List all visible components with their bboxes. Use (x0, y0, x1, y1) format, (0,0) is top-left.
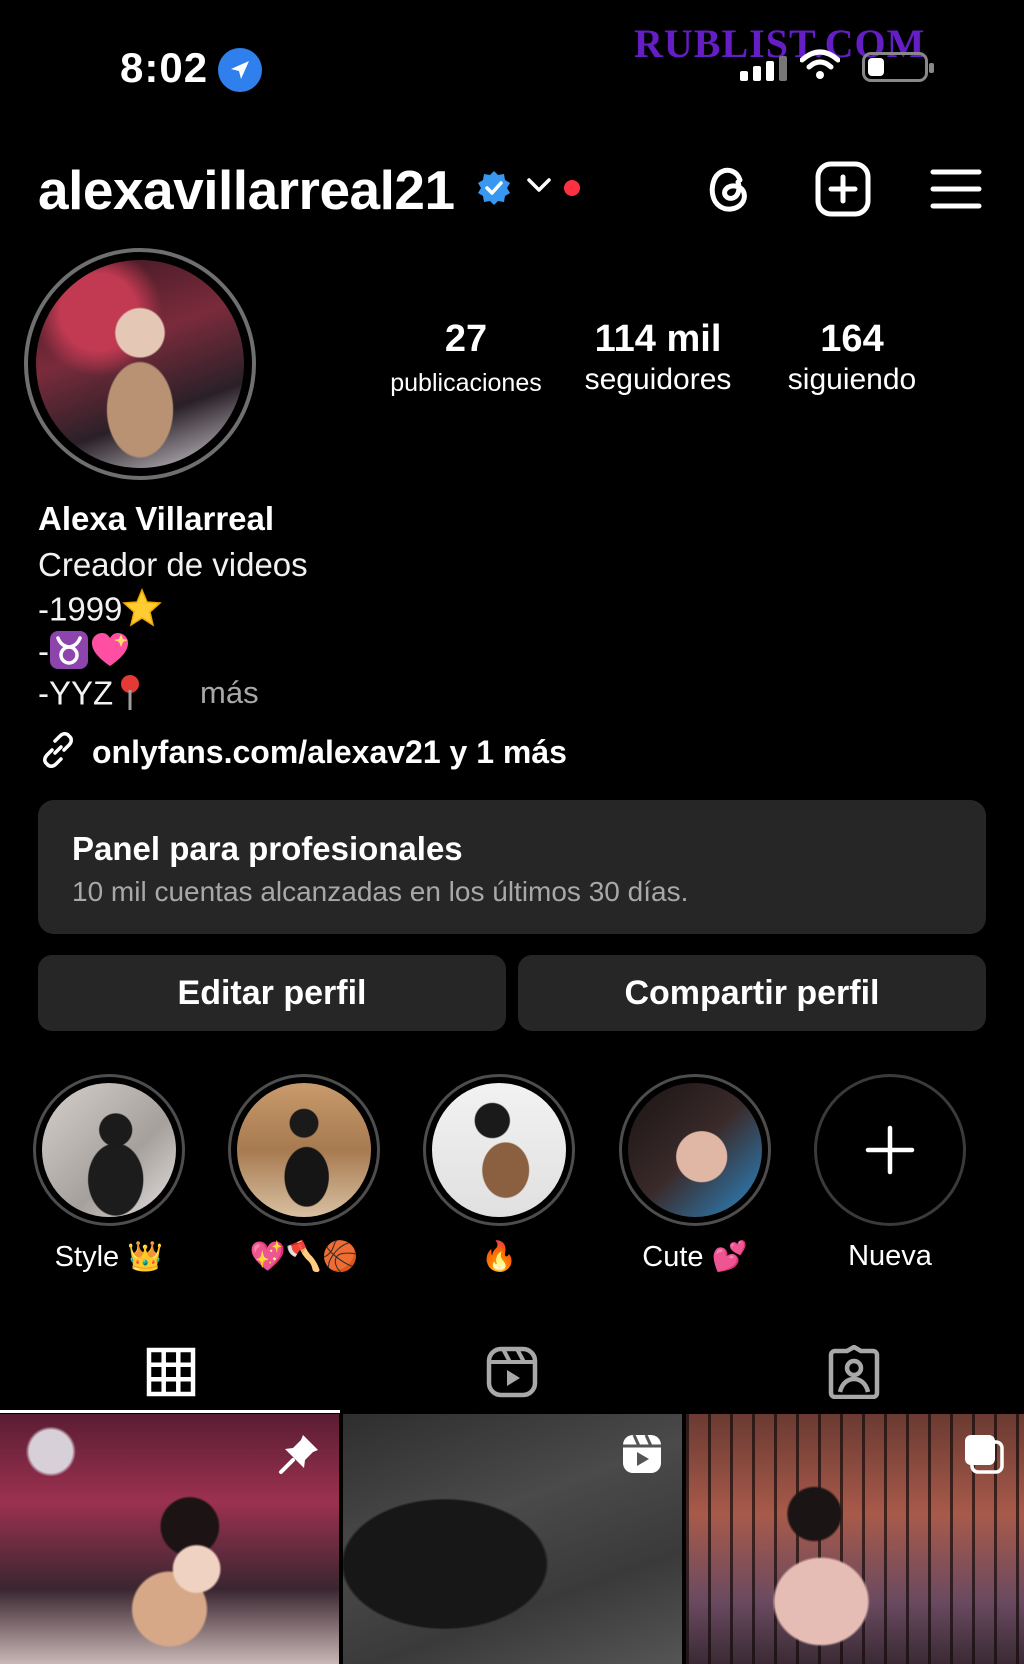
active-tab-indicator (0, 1410, 340, 1413)
wifi-icon (799, 48, 841, 85)
carousel-icon (962, 1432, 1006, 1481)
highlight-ring (33, 1074, 185, 1226)
create-post-icon[interactable] (814, 160, 872, 218)
plus-icon (865, 1125, 915, 1175)
menu-hamburger-icon[interactable] (930, 160, 988, 218)
bio-line-3: -YYZ (38, 672, 147, 720)
highlight-fire[interactable]: 🔥 (423, 1074, 575, 1274)
tagged-person-icon (828, 1345, 879, 1399)
bio-line-2: - (38, 630, 131, 678)
following-count: 164 (820, 318, 884, 360)
profile-avatar[interactable] (24, 248, 256, 480)
highlight-label: 💖🪓🏀 (249, 1241, 359, 1273)
pushpin-emoji-icon (113, 672, 147, 720)
bio-more-link[interactable]: más (200, 675, 259, 711)
highlight-cover (432, 1083, 566, 1217)
link-icon (38, 730, 78, 775)
verified-badge-icon (476, 170, 512, 211)
sparkling-heart-emoji-icon (89, 630, 131, 678)
post-thumbnail[interactable] (343, 1414, 682, 1664)
reels-icon (486, 1346, 537, 1398)
posts-label: publicaciones (390, 369, 542, 397)
panel-title: Panel para profesionales (72, 830, 463, 867)
post-thumbnail[interactable] (686, 1414, 1024, 1664)
professional-dashboard-panel[interactable]: Panel para profesionales 10 mil cuentas … (38, 800, 986, 934)
highlight-cover (42, 1083, 176, 1217)
bio-line-3-text: -YYZ (38, 674, 114, 712)
stat-following[interactable]: 164 siguiendo (764, 318, 940, 397)
tab-tagged[interactable] (683, 1330, 1024, 1414)
battery-icon (862, 52, 934, 82)
highlight-label: Cute 💕 (642, 1241, 748, 1273)
highlight-ring (619, 1074, 771, 1226)
location-arrow-icon (218, 48, 262, 92)
taurus-emoji-icon (49, 630, 89, 678)
pinned-icon (277, 1432, 321, 1481)
followers-label: seguidores (584, 363, 732, 396)
bio-line-1: -1999 (38, 588, 163, 636)
avatar-photo (36, 260, 244, 468)
followers-count: 114 mil (594, 318, 722, 360)
highlight-style[interactable]: Style 👑 (33, 1074, 185, 1274)
profile-category: Creador de videos (38, 546, 308, 583)
threads-icon[interactable] (700, 160, 758, 218)
highlight-cover (237, 1083, 371, 1217)
share-profile-button[interactable]: Compartir perfil (518, 955, 986, 1031)
tab-posts-grid[interactable] (0, 1330, 341, 1414)
stat-followers[interactable]: 114 mil seguidores (570, 318, 746, 397)
highlight-ring (423, 1074, 575, 1226)
stat-posts[interactable]: 27 publicaciones (378, 318, 554, 398)
profile-link[interactable]: onlyfans.com/alexav21 y 1 más (38, 730, 567, 775)
highlight-cover (628, 1083, 762, 1217)
profile-full-name: Alexa Villarreal (38, 500, 275, 537)
cellular-signal-icon (740, 56, 787, 81)
link-text: onlyfans.com/alexav21 y 1 más (92, 734, 567, 770)
account-switcher-chevron-icon[interactable] (526, 176, 552, 201)
notification-dot (564, 180, 580, 196)
highlight-cute[interactable]: Cute 💕 (619, 1074, 771, 1274)
post-thumbnail[interactable] (0, 1414, 339, 1664)
highlight-label: 🔥 (480, 1241, 518, 1273)
highlight-label: Nueva (848, 1240, 932, 1272)
posts-count: 27 (444, 318, 488, 360)
reel-badge-icon (620, 1432, 664, 1481)
status-time: 8:02 (120, 44, 209, 91)
grid-icon (146, 1347, 195, 1397)
highlight-ring (228, 1074, 380, 1226)
panel-subtitle: 10 mil cuentas alcanzadas en los últimos… (72, 876, 689, 907)
bio-line-2-text: - (38, 632, 49, 670)
highlight-label: Style 👑 (54, 1241, 164, 1273)
star-emoji-icon (122, 588, 163, 636)
edit-profile-button[interactable]: Editar perfil (38, 955, 506, 1031)
tab-reels[interactable] (341, 1330, 682, 1414)
new-highlight-button[interactable]: Nueva (814, 1074, 966, 1273)
following-label: siguiendo (787, 363, 917, 396)
profile-username[interactable]: alexavillarreal21 (38, 158, 455, 222)
highlight-ring (814, 1074, 966, 1226)
highlight-emoji-set[interactable]: 💖🪓🏀 (228, 1074, 380, 1274)
bio-line-1-text: -1999 (38, 590, 123, 628)
